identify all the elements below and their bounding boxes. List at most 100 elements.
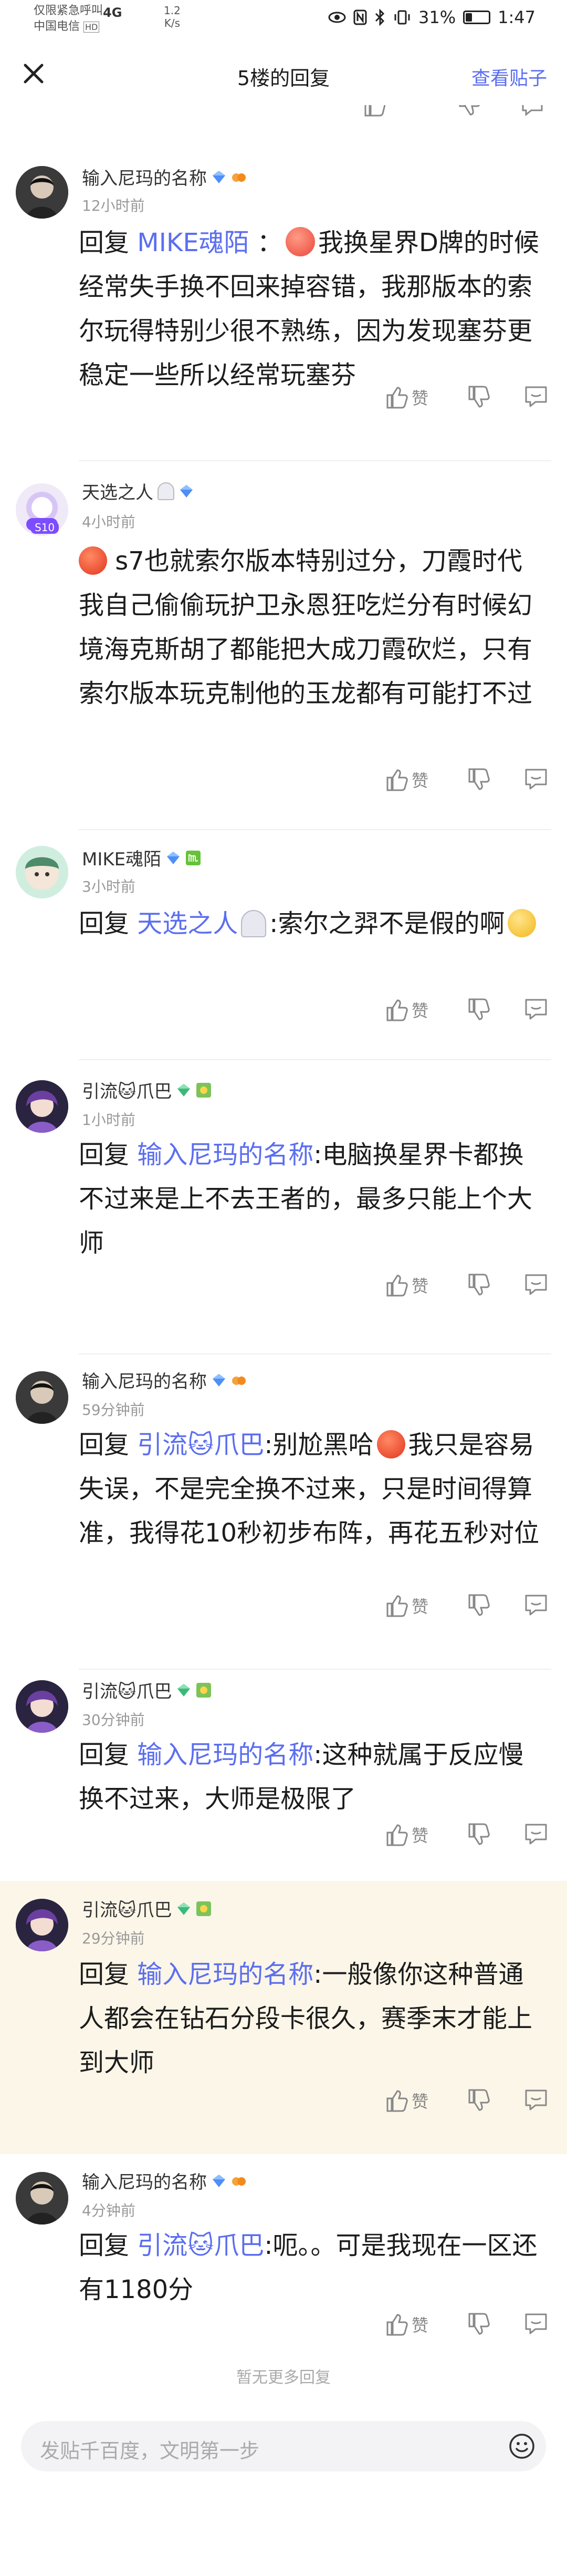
reply-input[interactable]: 发贴千百度，文明第一步 <box>21 2421 546 2471</box>
reply-text: 回复 天选之人 :索尔之羿不是假的啊 <box>79 902 541 946</box>
thumb-down-icon[interactable] <box>457 105 480 119</box>
thumb-down-icon[interactable] <box>467 2088 490 2113</box>
reply-input-placeholder: 发贴千百度，文明第一步 <box>40 2439 260 2463</box>
mention-link[interactable]: 天选之人 <box>137 909 238 938</box>
emoji-icon[interactable] <box>508 2433 536 2460</box>
reply-prefix: 回复 <box>79 228 130 257</box>
diamond-badge-icon <box>213 1373 225 1387</box>
view-post-link[interactable]: 查看贴子 <box>471 63 547 90</box>
comment-icon[interactable] <box>524 385 548 409</box>
username-row: 引流🐱爪巴 <box>82 1077 212 1103</box>
thumb-up-icon <box>386 1595 408 1617</box>
comment-icon[interactable] <box>524 768 548 792</box>
comment-icon[interactable] <box>524 1594 548 1618</box>
comment-icon[interactable] <box>524 1273 548 1297</box>
mention-link[interactable]: MIKE魂陌 <box>137 228 249 257</box>
thumb-up-icon[interactable] <box>362 105 385 119</box>
thumb-up-icon <box>386 999 408 1021</box>
mention-link[interactable]: 引流🐱爪巴 <box>137 1430 264 1460</box>
timestamp: 59分钟前 <box>82 1401 145 1419</box>
thumb-down-icon[interactable] <box>467 997 490 1022</box>
thumb-down-icon[interactable] <box>467 2312 490 2337</box>
diamond-badge-icon <box>177 1083 191 1096</box>
divider <box>79 1353 551 1354</box>
mention-link[interactable]: 输入尼玛的名称 <box>137 1960 313 1989</box>
reply-content: :索尔之羿不是假的啊 <box>269 909 505 938</box>
top-nav: 5楼的回复 查看贴子 <box>0 42 567 105</box>
mention-link[interactable]: 引流🐱爪巴 <box>137 2231 264 2260</box>
avatar-image <box>16 2172 68 2225</box>
avatar[interactable] <box>16 166 68 219</box>
divider <box>79 460 551 461</box>
timestamp: 3小时前 <box>82 878 135 895</box>
username[interactable]: 输入尼玛的名称 <box>82 1367 207 1393</box>
thumb-down-icon[interactable] <box>467 1273 490 1298</box>
avatar-level-badge: S10 <box>30 521 59 534</box>
avatar[interactable] <box>16 1371 68 1424</box>
avatar-image <box>16 1680 68 1733</box>
red-face-emoji-icon <box>79 546 107 575</box>
comment-icon[interactable] <box>520 105 545 118</box>
avatar[interactable] <box>16 1080 68 1133</box>
thumb-down-icon[interactable] <box>467 385 490 410</box>
reply-text: 回复 引流🐱爪巴:别尬黑哈 我只是容易失误，不是完全换不过来，只是时间得算准，我得… <box>79 1423 541 1555</box>
reply-text: 回复 输入尼玛的名称:这种就属于反应慢换不过来，大师是极限了 <box>79 1733 541 1821</box>
carrier-line1: 仅限紧急呼叫 <box>34 4 103 17</box>
sun-badge-icon <box>196 1082 212 1098</box>
comment-icon[interactable] <box>524 998 548 1022</box>
battery-percent: 31% <box>418 7 456 27</box>
reply-text: 回复 输入尼玛的名称:电脑换星界卡都换不过来是上不去王者的，最多只能上个大师 <box>79 1133 541 1265</box>
thumb-down-icon[interactable] <box>467 767 490 792</box>
red-face-emoji-icon <box>376 1430 405 1458</box>
like-button[interactable]: 赞 <box>385 1822 428 1847</box>
like-button[interactable]: 赞 <box>385 385 428 410</box>
hands-badge-icon <box>232 173 246 182</box>
reply-content-a: :别尬黑哈 <box>264 1430 374 1460</box>
like-button[interactable]: 赞 <box>385 1273 428 1298</box>
username[interactable]: 天选之人 <box>82 478 153 504</box>
reply-item: 引流🐱爪巴 1小时前 回复 输入尼玛的名称:电脑换星界卡都换不过来是上不去王者的… <box>0 1061 567 1356</box>
like-button[interactable]: 赞 <box>385 2088 428 2113</box>
username[interactable]: 引流🐱爪巴 <box>82 1896 172 1921</box>
mention-link[interactable]: 输入尼玛的名称 <box>137 1140 313 1170</box>
username[interactable]: 引流🐱爪巴 <box>82 1077 172 1103</box>
diamond-badge-icon <box>213 2174 225 2187</box>
avatar-image <box>16 1080 68 1133</box>
avatar[interactable] <box>16 846 68 898</box>
like-button[interactable]: 赞 <box>385 997 428 1022</box>
reply-text: 回复 输入尼玛的名称:一般像你这种普通人都会在钻石分段卡很久，赛季末才能上到大师 <box>79 1952 541 2085</box>
like-button[interactable]: 赞 <box>385 2312 428 2337</box>
like-button[interactable]: 赞 <box>385 767 428 792</box>
reply-prefix: 回复 <box>79 1430 130 1460</box>
like-label: 赞 <box>411 1276 428 1296</box>
thumb-down-icon[interactable] <box>467 1593 490 1618</box>
thumb-down-icon[interactable] <box>467 1822 490 1847</box>
thumb-up-icon <box>386 1275 408 1297</box>
timestamp: 29分钟前 <box>82 1930 145 1947</box>
reply-item: 输入尼玛的名称 59分钟前 回复 引流🐱爪巴:别尬黑哈 我只是容易失误，不是完全换… <box>0 1356 567 1671</box>
comment-icon[interactable] <box>524 2088 548 2113</box>
colon: ： <box>249 228 282 257</box>
username[interactable]: MIKE魂陌 <box>82 845 161 871</box>
username[interactable]: 引流🐱爪巴 <box>82 1677 172 1703</box>
reply-prefix: 回复 <box>79 909 130 938</box>
reply-text: 回复 MIKE魂陌 ：我换星界D牌的时候经常失手换不回来掉容错，我那版本的索尔玩… <box>79 221 541 397</box>
diamond-badge-icon <box>213 170 225 183</box>
battery-icon <box>463 11 491 24</box>
divider <box>79 1669 551 1670</box>
username-row: 输入尼玛的名称 <box>82 2168 247 2194</box>
avatar[interactable] <box>16 1899 68 1951</box>
avatar-image <box>16 166 68 219</box>
reply-item: 输入尼玛的名称 4分钟前 回复 引流🐱爪巴:呃。。可是我现在一区还有1180分 … <box>0 2154 567 2354</box>
avatar[interactable] <box>16 1680 68 1733</box>
ghost-emoji-icon <box>241 910 267 937</box>
like-button[interactable]: 赞 <box>385 1593 428 1618</box>
timestamp: 30分钟前 <box>82 1711 145 1729</box>
mention-link[interactable]: 输入尼玛的名称 <box>137 1740 313 1770</box>
username[interactable]: 输入尼玛的名称 <box>82 164 207 190</box>
reply-text: s7也就索尔版本特别过分，刀霞时代我自己偷偷玩护卫永恩狂吃烂分有时候幻境海克斯胡… <box>79 539 541 716</box>
comment-icon[interactable] <box>524 1823 548 1847</box>
username[interactable]: 输入尼玛的名称 <box>82 2168 207 2194</box>
avatar[interactable] <box>16 2172 68 2225</box>
comment-icon[interactable] <box>524 2312 548 2336</box>
